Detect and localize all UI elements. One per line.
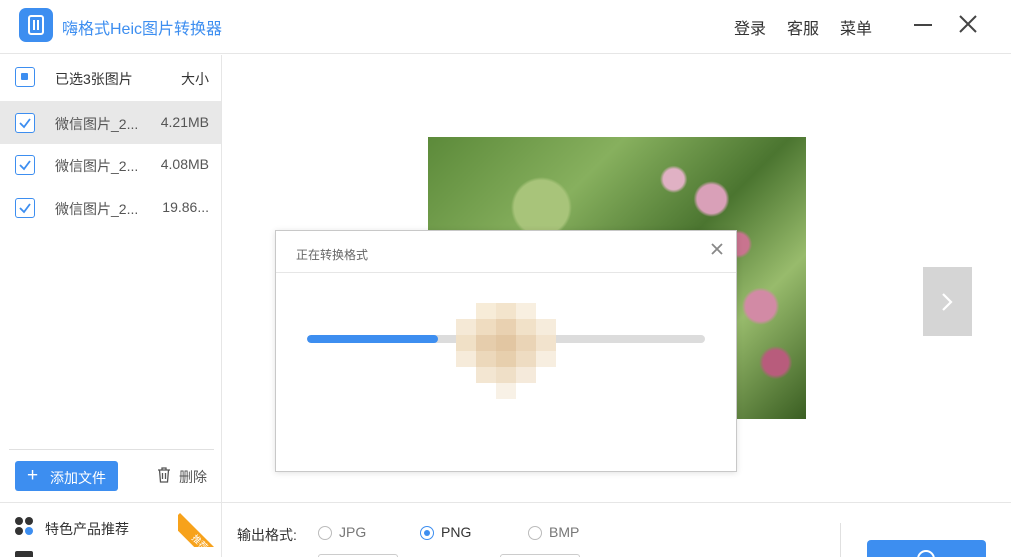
select-all-checkbox[interactable]: [15, 67, 35, 87]
dialog-close-icon[interactable]: [710, 242, 724, 256]
radio-dot: [420, 526, 434, 540]
file-list-panel: 已选3张图片 大小 微信图片_2... 4.21MB 微信图片_2... 4.0…: [0, 55, 222, 502]
next-image-button[interactable]: [923, 267, 972, 336]
vertical-divider: [840, 523, 841, 557]
promo-item[interactable]: [15, 547, 213, 557]
bottom-bar: 特色产品推荐 推荐 输出格式: JPG PNG BMP: [0, 502, 1011, 557]
format-bmp-label: BMP: [549, 524, 580, 540]
checkmark-icon: [19, 118, 31, 129]
loading-animation: [456, 303, 556, 407]
plus-icon: +: [27, 465, 39, 486]
promo-label[interactable]: 特色产品推荐: [45, 519, 129, 539]
chevron-right-icon: [942, 293, 953, 311]
file-size: 19.86...: [162, 199, 209, 215]
file-row[interactable]: 微信图片_2... 4.08MB: [0, 144, 221, 187]
minimize-icon[interactable]: [914, 24, 932, 26]
dialog-separator: [276, 272, 736, 273]
file-row[interactable]: 微信图片_2... 4.21MB: [0, 101, 221, 144]
promo-panel: 特色产品推荐 推荐: [0, 501, 224, 557]
sidebar-divider: [9, 449, 214, 450]
title-bar: 嗨格式Heic图片转换器 登录 客服 菜单: [0, 0, 1011, 54]
radio-dot: [318, 526, 332, 540]
convert-button[interactable]: [867, 540, 986, 557]
file-checkbox[interactable]: [15, 155, 35, 175]
file-name: 微信图片_2...: [55, 158, 139, 174]
login-link[interactable]: 登录: [734, 15, 766, 39]
delete-label: 删除: [179, 469, 207, 485]
file-name: 微信图片_2...: [55, 201, 139, 217]
file-list-header: 已选3张图片 大小: [0, 55, 221, 98]
checkmark-icon: [19, 160, 31, 171]
recommend-badge: 推荐: [178, 513, 224, 547]
file-size: 4.08MB: [160, 156, 209, 172]
add-file-label: 添加文件: [50, 470, 106, 486]
trash-icon: [158, 467, 170, 483]
service-link[interactable]: 客服: [787, 15, 819, 39]
apps-icon: [15, 517, 35, 537]
converting-dialog: 正在转换格式: [275, 230, 737, 472]
add-file-button[interactable]: + 添加文件: [15, 461, 118, 491]
menu-link[interactable]: 菜单: [840, 15, 872, 39]
convert-icon: [917, 550, 935, 557]
file-size: 4.21MB: [160, 114, 209, 130]
recommend-ribbon: 推荐: [178, 501, 224, 547]
file-checkbox[interactable]: [15, 198, 35, 218]
file-name: 微信图片_2...: [55, 116, 139, 132]
app-logo-icon: [19, 8, 53, 42]
format-jpg-label: JPG: [339, 524, 367, 540]
file-row[interactable]: 微信图片_2... 19.86...: [0, 187, 221, 230]
size-column-header: 大小: [181, 71, 209, 87]
file-checkbox[interactable]: [15, 113, 35, 133]
progress-fill: [307, 335, 439, 343]
checkmark-icon: [19, 203, 31, 214]
format-png-label: PNG: [441, 524, 472, 540]
radio-dot: [528, 526, 542, 540]
close-window-icon[interactable]: [956, 12, 980, 36]
app-title: 嗨格式Heic图片转换器: [62, 21, 223, 38]
selected-count: 已选3张图片: [55, 71, 133, 87]
product-icon: [15, 551, 33, 557]
output-format-label: 输出格式:: [237, 527, 297, 543]
dialog-title: 正在转换格式: [296, 248, 369, 262]
